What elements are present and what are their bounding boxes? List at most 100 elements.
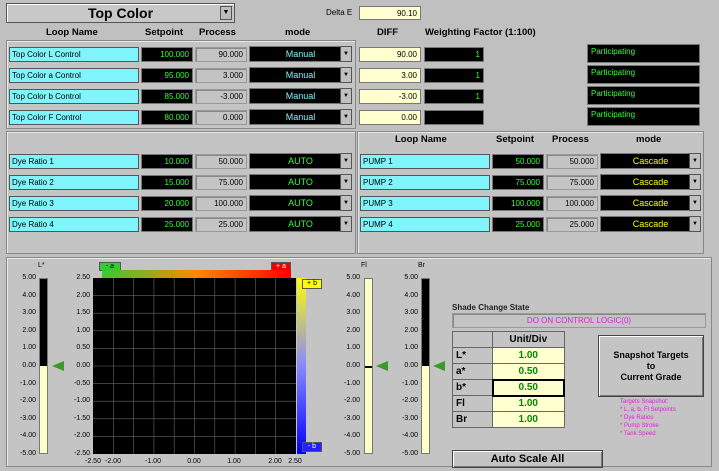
process-value: -3.000: [195, 89, 247, 104]
chevron-down-icon[interactable]: ▼: [340, 88, 352, 104]
delta-e-label: Delta E: [326, 8, 353, 17]
mode-dropdown[interactable]: AUTO ▼: [249, 174, 352, 190]
diff-value: -3.00: [359, 89, 421, 104]
chevron-down-icon[interactable]: ▼: [340, 195, 352, 211]
chevron-down-icon[interactable]: ▼: [689, 216, 701, 232]
pump-header-setpoint: Setpoint: [496, 134, 534, 145]
process-value: 25.000: [546, 217, 598, 232]
process-value: 25.000: [195, 217, 247, 232]
mode-dropdown[interactable]: AUTO ▼: [249, 195, 352, 211]
axis-tick-label: -1.00: [344, 379, 360, 387]
mode-dropdown[interactable]: AUTO ▼: [249, 153, 352, 169]
setpoint-field[interactable]: 100.000: [141, 47, 193, 62]
unit-div-corner: [452, 331, 493, 348]
mode-dropdown-text: Cascade: [632, 198, 669, 208]
mode-dropdown[interactable]: AUTO ▼: [249, 216, 352, 232]
axis-tick-label: 0.00: [404, 362, 418, 369]
axis-tick-label: 4.00: [404, 291, 418, 299]
setpoint-field[interactable]: 50.000: [492, 154, 544, 169]
axis-tick-label: -5.00: [20, 450, 36, 457]
setpoint-field[interactable]: 25.000: [492, 217, 544, 232]
unit-div-value[interactable]: 0.50: [491, 378, 565, 397]
plus-b-label: + b: [302, 279, 322, 289]
axis-tick-label: 0.00: [22, 362, 36, 369]
snapshot-targets-button[interactable]: Snapshot Targets to Current Grade: [598, 335, 704, 397]
weighting-field[interactable]: 1: [424, 47, 484, 62]
br-bar: [421, 278, 430, 454]
mode-dropdown-text: Manual: [285, 91, 316, 101]
mode-dropdown-text: Manual: [285, 112, 316, 122]
unit-div-name: L*: [452, 347, 493, 364]
x-tick-label: 2.50: [288, 458, 302, 465]
chevron-down-icon[interactable]: ▼: [340, 153, 352, 169]
chevron-down-icon[interactable]: ▼: [340, 109, 352, 125]
axis-tick-label: -3.00: [344, 414, 360, 422]
y-tick-label: 1.00: [76, 326, 90, 334]
mode-dropdown[interactable]: Cascade ▼: [600, 174, 701, 190]
axis-tick-label: 3.00: [346, 309, 360, 317]
chevron-down-icon[interactable]: ▼: [689, 153, 701, 169]
status-badge: Participating: [587, 65, 700, 84]
axis-tick-label: -3.00: [20, 414, 36, 422]
unit-div-name: Fl: [452, 395, 493, 412]
mode-dropdown[interactable]: Manual ▼: [249, 88, 352, 104]
unit-div-value[interactable]: 0.50: [492, 363, 565, 380]
setpoint-field[interactable]: 75.000: [492, 175, 544, 190]
setpoint-field[interactable]: 95.000: [141, 68, 193, 83]
chevron-down-icon[interactable]: ▼: [340, 67, 352, 83]
axis-tick-label: -3.00: [402, 414, 418, 422]
snapshot-line3: Current Grade: [620, 372, 682, 382]
mode-dropdown[interactable]: Manual ▼: [249, 46, 352, 62]
title-combobox[interactable]: Top Color ▼: [6, 3, 235, 23]
axis-tick-label: 3.00: [22, 309, 36, 317]
header-process: Process: [199, 27, 236, 38]
axis-tick-label: -1.00: [402, 379, 418, 387]
snapshot-line1: Snapshot Targets: [613, 350, 689, 360]
mode-dropdown[interactable]: Cascade ▼: [600, 195, 701, 211]
auto-scale-all-button[interactable]: Auto Scale All: [452, 450, 603, 468]
pump-panel: [357, 131, 704, 254]
setpoint-field[interactable]: 85.000: [141, 89, 193, 104]
mode-dropdown-text: AUTO: [288, 219, 313, 229]
chevron-down-icon[interactable]: ▼: [689, 174, 701, 190]
setpoint-field[interactable]: 80.000: [141, 110, 193, 125]
unit-div-value[interactable]: 1.00: [492, 411, 565, 428]
mode-dropdown[interactable]: Cascade ▼: [600, 153, 701, 169]
chevron-down-icon[interactable]: ▼: [220, 6, 232, 20]
setpoint-field[interactable]: 25.000: [141, 217, 193, 232]
weighting-field[interactable]: 1: [424, 68, 484, 83]
chevron-down-icon[interactable]: ▼: [340, 216, 352, 232]
status-badge: Participating: [587, 107, 700, 126]
x-tick-label: -2.00: [105, 458, 121, 465]
unit-div-value[interactable]: 1.00: [492, 395, 565, 412]
mode-dropdown[interactable]: Manual ▼: [249, 67, 352, 83]
chevron-down-icon[interactable]: ▼: [340, 174, 352, 190]
mode-dropdown-text: AUTO: [288, 177, 313, 187]
process-value: 75.000: [546, 175, 598, 190]
setpoint-field[interactable]: 10.000: [141, 154, 193, 169]
weighting-field[interactable]: [424, 110, 484, 125]
mode-dropdown-text: Cascade: [632, 177, 669, 187]
unit-div-name: b*: [452, 379, 493, 396]
loop-name: Top Color b Control: [9, 89, 139, 104]
process-value: 75.000: [195, 175, 247, 190]
mode-dropdown[interactable]: Manual ▼: [249, 109, 352, 125]
dye-ratio-panel: [6, 131, 356, 254]
snapshot-note: Targets Snapshot: * L, a, b, Fl Setpoints…: [620, 398, 676, 438]
br-bar-fill: [422, 366, 429, 453]
weighting-field[interactable]: 1: [424, 89, 484, 104]
x-tick-label: -1.00: [145, 458, 161, 465]
axis-tick-label: -5.00: [344, 450, 360, 457]
chevron-down-icon[interactable]: ▼: [340, 46, 352, 62]
unit-div-value[interactable]: 1.00: [492, 347, 565, 364]
l-bar: [39, 278, 48, 454]
status-badge: Participating: [587, 86, 700, 105]
snapshot-note-line: * Dye Ratios: [620, 415, 654, 421]
setpoint-field[interactable]: 100.000: [492, 196, 544, 211]
x-tick-label: 1.00: [227, 458, 241, 465]
y-tick-label: -0.50: [74, 379, 90, 387]
setpoint-field[interactable]: 15.000: [141, 175, 193, 190]
mode-dropdown[interactable]: Cascade ▼: [600, 216, 701, 232]
chevron-down-icon[interactable]: ▼: [689, 195, 701, 211]
setpoint-field[interactable]: 20.000: [141, 196, 193, 211]
